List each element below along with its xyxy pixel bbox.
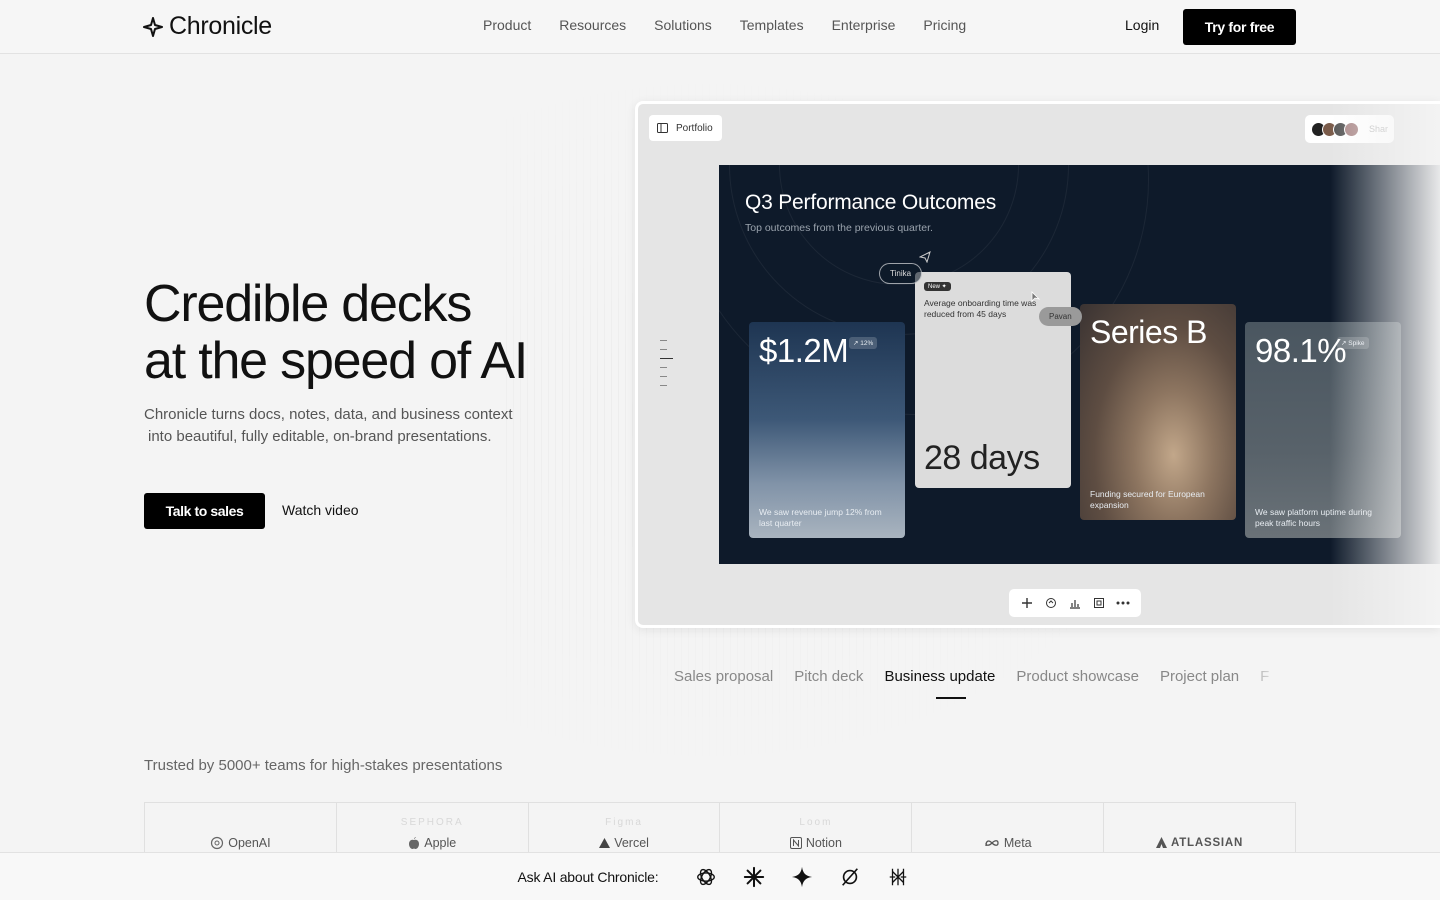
metric-card-uptime[interactable]: 98.1% ↗ Spike We saw platform uptime dur… bbox=[1245, 322, 1401, 538]
nav-link-resources[interactable]: Resources bbox=[559, 17, 626, 33]
nav-link-pricing[interactable]: Pricing bbox=[923, 17, 966, 33]
logo-text: Notion bbox=[805, 835, 842, 850]
collaborator-cursor-tinika: Tinika bbox=[879, 263, 923, 284]
refresh-icon[interactable] bbox=[1042, 597, 1060, 609]
hero-subtitle: Chronicle turns docs, notes, data, and b… bbox=[144, 404, 544, 448]
tab-sales-proposal[interactable]: Sales proposal bbox=[674, 668, 773, 685]
share-button[interactable]: Shar bbox=[1369, 124, 1388, 134]
cursor-pointer-icon bbox=[1031, 291, 1041, 302]
ask-ai-label: Ask AI about Chronicle: bbox=[517, 868, 659, 885]
slide-subtitle[interactable]: Top outcomes from the previous quarter. bbox=[745, 222, 933, 234]
nav-links: Product Resources Solutions Templates En… bbox=[483, 17, 966, 33]
nav-link-templates[interactable]: Templates bbox=[740, 17, 804, 33]
tab-pitch-deck[interactable]: Pitch deck bbox=[794, 668, 863, 685]
trusted-by-label: Trusted by 5000+ teams for high-stakes p… bbox=[144, 757, 503, 774]
brand-logo[interactable]: Chronicle bbox=[143, 12, 272, 41]
slide-navigator[interactable] bbox=[660, 340, 673, 386]
metric-description: Funding secured for European expansion bbox=[1090, 489, 1205, 510]
logo-ghost-text: SEPHORA bbox=[400, 817, 464, 828]
slide-toolbar bbox=[1009, 589, 1141, 617]
metric-description: We saw platform uptime during peak traff… bbox=[1255, 507, 1373, 528]
logo-text: Meta bbox=[1003, 835, 1032, 850]
apple-icon bbox=[409, 836, 420, 849]
metric-description: We saw revenue jump 12% from last quarte… bbox=[759, 507, 882, 528]
sparkle-logo-icon bbox=[143, 16, 163, 37]
try-for-free-button[interactable]: Try for free bbox=[1183, 9, 1296, 45]
grok-icon[interactable] bbox=[886, 865, 910, 889]
hero-subtitle-line-2: into beautiful, fully editable, on-brand… bbox=[148, 428, 492, 445]
tab-project-plan[interactable]: Project plan bbox=[1160, 668, 1239, 685]
logo-ghost-text: Figma bbox=[605, 817, 643, 828]
hero-subtitle-line-1: Chronicle turns docs, notes, data, and b… bbox=[144, 406, 513, 423]
chart-icon[interactable] bbox=[1066, 597, 1084, 609]
metric-value: Series B bbox=[1090, 314, 1207, 350]
hero-title: Credible decks at the speed of AI bbox=[144, 275, 528, 390]
frame-icon[interactable] bbox=[1090, 597, 1108, 609]
openai-icon bbox=[211, 836, 224, 849]
nav-link-product[interactable]: Product bbox=[483, 17, 531, 33]
avatar bbox=[1344, 121, 1359, 137]
watch-video-button[interactable]: Watch video bbox=[282, 502, 359, 518]
metric-card-onboarding[interactable]: New ✦ Average onboarding time was reduce… bbox=[915, 272, 1071, 488]
collaborator-cursor-pavan: Pavan bbox=[1039, 307, 1082, 326]
active-tab-indicator bbox=[936, 697, 966, 699]
meta-infinity-icon bbox=[985, 839, 999, 846]
cursor-pointer-icon bbox=[919, 251, 931, 263]
vercel-triangle-icon bbox=[599, 837, 611, 848]
portfolio-toggle[interactable]: Portfolio bbox=[649, 115, 722, 141]
tab-business-update[interactable]: Business update bbox=[884, 668, 995, 685]
nav-link-enterprise[interactable]: Enterprise bbox=[832, 17, 896, 33]
metric-card-funding[interactable]: Series B Funding secured for European ex… bbox=[1080, 304, 1236, 520]
nav-link-solutions[interactable]: Solutions bbox=[654, 17, 712, 33]
new-tag: New ✦ bbox=[924, 282, 951, 291]
logo-text: OpenAI bbox=[228, 835, 271, 850]
hero-title-line-2: at the speed of AI bbox=[144, 332, 528, 390]
metric-badge: ↗ 12% bbox=[849, 337, 878, 349]
logo-ghost-text: Loom bbox=[799, 817, 833, 828]
top-nav: Chronicle Product Resources Solutions Te… bbox=[0, 0, 1440, 54]
slide-title[interactable]: Q3 Performance Outcomes bbox=[745, 191, 996, 215]
metric-value: 98.1% bbox=[1255, 332, 1347, 369]
metric-value: $1.2M bbox=[759, 332, 849, 369]
collaborator-avatars[interactable]: Shar bbox=[1305, 115, 1395, 143]
ask-ai-bar: Ask AI about Chronicle: bbox=[0, 852, 1440, 900]
login-link[interactable]: Login bbox=[1125, 17, 1159, 33]
slide-canvas[interactable]: Q3 Performance Outcomes Top outcomes fro… bbox=[719, 165, 1440, 564]
metric-badge: ↗ Spike bbox=[1337, 337, 1369, 349]
more-icon[interactable] bbox=[1114, 601, 1132, 605]
logo-text: Apple bbox=[424, 835, 457, 850]
portfolio-label: Portfolio bbox=[676, 122, 713, 134]
notion-icon bbox=[789, 836, 802, 849]
app-preview-window: Portfolio Shar Q3 Performance Outcomes T… bbox=[635, 101, 1440, 628]
tabs-fade bbox=[1240, 660, 1300, 696]
gemini-icon[interactable] bbox=[790, 865, 814, 889]
atlassian-icon bbox=[1155, 837, 1167, 848]
tab-product-showcase[interactable]: Product showcase bbox=[1016, 668, 1139, 685]
plus-icon[interactable] bbox=[1018, 597, 1036, 609]
template-tabs: Sales proposal Pitch deck Business updat… bbox=[674, 668, 1269, 685]
logo-text: ATLASSIAN bbox=[1170, 836, 1244, 849]
brand-name: Chronicle bbox=[169, 12, 272, 40]
hero-title-line-1: Credible decks bbox=[144, 275, 472, 333]
logo-text: Vercel bbox=[614, 835, 649, 850]
metric-value: 28 days bbox=[924, 439, 1040, 477]
claude-icon[interactable] bbox=[742, 865, 766, 889]
chatgpt-icon[interactable] bbox=[694, 865, 718, 889]
perplexity-icon[interactable] bbox=[838, 865, 862, 889]
metric-card-revenue[interactable]: $1.2M ↗ 12% We saw revenue jump 12% from… bbox=[749, 322, 905, 538]
talk-to-sales-button[interactable]: Talk to sales bbox=[144, 493, 265, 529]
sidebar-icon bbox=[657, 123, 668, 133]
